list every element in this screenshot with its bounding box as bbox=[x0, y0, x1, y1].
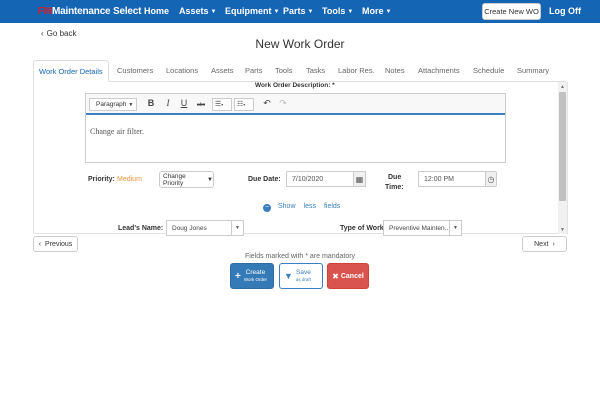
due-date-label: Due Date: bbox=[248, 176, 281, 183]
nav-tools-label: Tools bbox=[322, 6, 346, 16]
create-sub-label: Work Order bbox=[243, 277, 268, 283]
due-date-input[interactable]: 7/10/2020 bbox=[286, 171, 354, 187]
nav-home[interactable]: Home bbox=[144, 6, 169, 16]
brand-name: Maintenance Select bbox=[52, 6, 142, 17]
tab-notes[interactable]: Notes bbox=[385, 66, 405, 75]
priority-label: Priority: bbox=[88, 176, 115, 183]
description-label: Work Order Description: * bbox=[255, 82, 335, 89]
caret-down-icon: ▼ bbox=[347, 9, 354, 15]
plus-icon: + bbox=[235, 270, 241, 282]
clock-icon[interactable]: ◷ bbox=[485, 171, 497, 187]
paragraph-format-label: Paragraph bbox=[96, 101, 127, 108]
top-navbar: FMMaintenance Select Home Assets ▼ Equipm… bbox=[0, 0, 600, 23]
nav-home-label: Home bbox=[144, 6, 170, 16]
caret-down-icon: ▼ bbox=[210, 9, 217, 15]
type-of-work-value: Preventive Mainten... bbox=[389, 224, 451, 232]
priority-value: Medium bbox=[117, 176, 142, 183]
redo-icon[interactable]: ↷ bbox=[278, 98, 288, 111]
tab-schedule[interactable]: Schedule bbox=[473, 66, 504, 75]
create-work-order-button[interactable]: + Create Work Order bbox=[230, 263, 274, 289]
nav-tools[interactable]: Tools ▼ bbox=[322, 6, 353, 16]
previous-label: Previous bbox=[45, 240, 73, 248]
change-priority-label: Change Priority bbox=[163, 172, 186, 187]
tab-summary[interactable]: Summary bbox=[517, 66, 549, 75]
brand-prefix: FM bbox=[38, 6, 53, 17]
save-draft-button[interactable]: ▼ Save as draft bbox=[279, 263, 323, 289]
chevron-down-icon: ▼ bbox=[449, 221, 461, 235]
caret-down-icon: ▼ bbox=[273, 9, 280, 15]
show-less-word-3: fields bbox=[323, 203, 341, 210]
cancel-label: Cancel bbox=[340, 272, 364, 280]
brand-logo[interactable]: FMMaintenance Select bbox=[38, 5, 141, 18]
previous-button[interactable]: ‹ Previous bbox=[33, 236, 78, 252]
work-order-tabs: Work Order Details Customers Locations A… bbox=[33, 60, 566, 82]
cancel-button[interactable]: ✖ Cancel bbox=[327, 263, 369, 289]
numbered-list-button[interactable]: ☷▾ bbox=[234, 98, 254, 111]
due-time-label-line2: Time: bbox=[385, 184, 404, 191]
create-new-wo-button[interactable]: Create New WO bbox=[482, 3, 541, 20]
page-title: New Work Order bbox=[255, 37, 345, 51]
chevron-down-icon: ▼ bbox=[231, 221, 243, 235]
save-main-label: Save bbox=[296, 268, 311, 276]
tab-customers[interactable]: Customers bbox=[117, 66, 153, 75]
tab-locations[interactable]: Locations bbox=[166, 66, 198, 75]
tab-parts[interactable]: Parts bbox=[245, 66, 263, 75]
type-of-work-select[interactable]: Preventive Mainten... ▼ bbox=[383, 220, 462, 236]
mandatory-note: Fields marked with * are mandatory bbox=[244, 253, 356, 260]
create-main-label: Create bbox=[245, 268, 266, 276]
scroll-down-icon[interactable]: ▼ bbox=[560, 227, 565, 233]
nav-parts-label: Parts bbox=[283, 6, 306, 16]
nav-assets[interactable]: Assets ▼ bbox=[179, 6, 216, 16]
minus-circle-icon: − bbox=[263, 204, 271, 212]
editor-toolbar: Paragraph ▼ B I U abc ☰▾ ☷▾ ↶ ↷ bbox=[86, 94, 505, 115]
nav-assets-label: Assets bbox=[179, 6, 209, 16]
caret-down-icon: ▼ bbox=[385, 9, 392, 15]
italic-button[interactable]: I bbox=[163, 98, 173, 111]
paragraph-format-select[interactable]: Paragraph ▼ bbox=[89, 98, 137, 111]
calendar-icon[interactable]: ▦ bbox=[353, 171, 366, 187]
strikethrough-button[interactable]: abc bbox=[194, 98, 208, 111]
panel-scrollbar[interactable]: ▲ ▼ bbox=[558, 82, 567, 234]
editor-content[interactable]: Change air filter. bbox=[90, 127, 144, 136]
bookmark-icon: ▼ bbox=[284, 271, 293, 281]
next-label: Next bbox=[534, 240, 549, 248]
bold-button[interactable]: B bbox=[146, 98, 156, 111]
save-sub-label: as draft bbox=[295, 277, 311, 283]
nav-parts[interactable]: Parts ▼ bbox=[283, 6, 313, 16]
show-less-word-2: less bbox=[303, 203, 316, 210]
undo-icon[interactable]: ↶ bbox=[262, 98, 272, 111]
tab-assets[interactable]: Assets bbox=[211, 66, 234, 75]
logoff-link[interactable]: Log Off bbox=[549, 6, 581, 16]
chevron-right-icon: › bbox=[552, 240, 555, 248]
show-less-word-1: Show bbox=[278, 203, 296, 210]
tab-attachments[interactable]: Attachments bbox=[418, 66, 460, 75]
caret-down-icon: ▼ bbox=[307, 9, 314, 15]
next-button[interactable]: Next › bbox=[522, 236, 567, 252]
tab-tasks[interactable]: Tasks bbox=[306, 66, 325, 75]
change-priority-dropdown[interactable]: Change Priority ▼ bbox=[159, 171, 214, 188]
type-of-work-text: Type of Work: bbox=[340, 225, 387, 232]
tab-work-order-details[interactable]: Work Order Details bbox=[33, 60, 109, 82]
caret-down-icon: ▼ bbox=[207, 176, 213, 183]
tab-tools[interactable]: Tools bbox=[275, 66, 293, 75]
chevron-left-icon: ‹ bbox=[38, 240, 42, 248]
nav-equipment-label: Equipment bbox=[225, 6, 272, 16]
scrollbar-thumb[interactable] bbox=[559, 92, 566, 201]
show-less-fields-link[interactable]: − Show less fields bbox=[263, 203, 340, 212]
underline-button[interactable]: U bbox=[179, 98, 189, 111]
due-time-label-line1: Due bbox=[388, 174, 402, 181]
lead-name-select[interactable]: Doug Jones ▼ bbox=[166, 220, 244, 236]
nav-more-label: More bbox=[362, 6, 384, 16]
close-icon: ✖ bbox=[332, 271, 339, 281]
description-editor[interactable]: Paragraph ▼ B I U abc ☰▾ ☷▾ ↶ ↷ Change ai… bbox=[85, 93, 506, 163]
due-time-input[interactable]: 12:00 PM bbox=[418, 171, 486, 187]
tab-labor-res[interactable]: Labor Res. bbox=[338, 66, 375, 75]
nav-equipment[interactable]: Equipment ▼ bbox=[225, 6, 279, 16]
nav-more[interactable]: More ▼ bbox=[362, 6, 391, 16]
lead-name-label: Lead's Name: bbox=[118, 225, 164, 232]
bullet-list-button[interactable]: ☰▾ bbox=[212, 98, 232, 111]
scroll-up-icon[interactable]: ▲ bbox=[560, 84, 565, 90]
lead-name-value: Doug Jones bbox=[172, 224, 207, 232]
